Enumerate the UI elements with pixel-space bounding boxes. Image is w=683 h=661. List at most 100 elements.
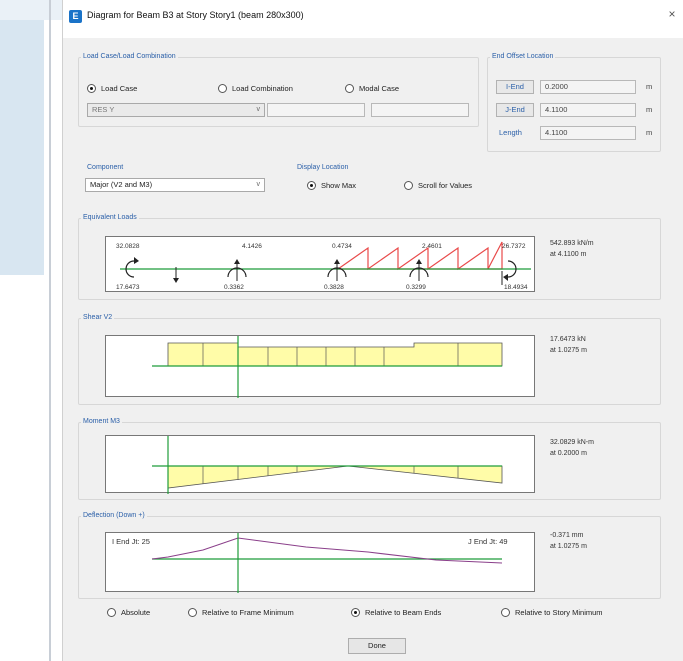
equivalent-loads-readout: 542.893 kN/m at 4.1100 m <box>550 238 594 260</box>
readout-location: at 1.0275 m <box>550 543 587 550</box>
background-divider <box>49 0 51 661</box>
shear-plot <box>105 335 535 398</box>
load-case-dropdown[interactable]: RES Y v <box>87 103 265 117</box>
j-end-unit: m <box>646 105 653 114</box>
done-button[interactable]: Done <box>348 638 406 654</box>
load-case-extra-field-2 <box>371 103 469 117</box>
load-top-label-4: 2.4601 <box>422 243 442 250</box>
app-icon: E <box>69 10 82 23</box>
radio-dot <box>307 181 316 190</box>
load-top-label-2: 4.1426 <box>242 243 262 250</box>
component-dropdown[interactable]: Major (V2 and M3) v <box>85 178 265 192</box>
length-unit: m <box>646 128 653 137</box>
distributed-load-sawtooth <box>336 241 503 271</box>
radio-label: Scroll for Values <box>418 181 473 190</box>
chevron-down-icon: v <box>256 181 261 188</box>
moment-fill-right <box>347 465 503 484</box>
load-bottom-label-2: 0.3362 <box>224 284 244 291</box>
i-end-button[interactable]: I-End <box>496 80 534 94</box>
load-bottom-label-3: 0.3828 <box>324 284 344 291</box>
point-load-arrowhead-mid3 <box>416 259 422 264</box>
length-label: Length <box>499 128 522 137</box>
radio-dot <box>107 608 116 617</box>
radio-modal-case[interactable]: Modal Case <box>345 84 399 93</box>
moment-arrowhead-left <box>134 257 139 264</box>
radio-dot <box>218 84 227 93</box>
load-top-label-1: 32.0828 <box>116 243 140 250</box>
readout-location: at 4.1100 m <box>550 251 587 258</box>
radio-show-max[interactable]: Show Max <box>307 181 356 190</box>
load-top-label-5: 26.7372 <box>502 243 526 250</box>
radio-dot <box>404 181 413 190</box>
point-load-arrowhead-left <box>173 278 179 283</box>
radio-relative-to-story-minimum[interactable]: Relative to Story Minimum <box>501 608 603 617</box>
deflection-readout: -0.371 mm at 1.0275 m <box>550 530 587 552</box>
load-case-value: RES Y <box>92 105 115 114</box>
radio-label: Relative to Frame Minimum <box>202 608 294 617</box>
readout-value: -0.371 mm <box>550 532 584 539</box>
chevron-down-icon: v <box>256 106 261 113</box>
shear-title: Shear V2 <box>81 314 115 321</box>
j-end-joint-label: J End Jt: 49 <box>468 537 508 546</box>
load-case-group: Load Case/Load Combination Load Case Loa… <box>78 53 479 127</box>
equivalent-loads-title: Equivalent Loads <box>81 214 139 221</box>
shear-fill <box>167 342 503 367</box>
radio-relative-to-beam-ends[interactable]: Relative to Beam Ends <box>351 608 441 617</box>
radio-dot <box>351 608 360 617</box>
radio-relative-to-frame-minimum[interactable]: Relative to Frame Minimum <box>188 608 294 617</box>
load-top-label-3: 0.4734 <box>332 243 352 250</box>
radio-label: Relative to Beam Ends <box>365 608 442 617</box>
readout-location: at 1.0275 m <box>550 347 587 354</box>
i-end-joint-label: I End Jt: 25 <box>112 537 150 546</box>
shear-svg <box>152 336 503 398</box>
equivalent-loads-svg: 32.0828 4.1426 0.4734 2.4601 26.7372 17.… <box>116 241 531 291</box>
shear-readout: 17.6473 kN at 1.0275 m <box>550 334 587 356</box>
radio-absolute[interactable]: Absolute <box>107 608 150 617</box>
window-title: Diagram for Beam B3 at Story Story1 (bea… <box>87 10 304 20</box>
readout-value: 17.6473 kN <box>550 336 586 343</box>
moment-arrowhead-right <box>503 274 508 281</box>
radio-label: Load Case <box>101 84 138 93</box>
end-offset-group: End Offset Location I-End 0.2000 m J-End… <box>487 53 661 152</box>
radio-label: Show Max <box>321 181 357 190</box>
radio-label: Modal Case <box>359 84 400 93</box>
moment-plot <box>105 435 535 494</box>
point-load-arrowhead-mid2 <box>334 259 340 264</box>
length-field: 4.1100 <box>540 126 636 140</box>
radio-label: Load Combination <box>232 84 293 93</box>
radio-dot <box>87 84 96 93</box>
radio-scroll-for-values[interactable]: Scroll for Values <box>404 181 472 190</box>
title-bar: E Diagram for Beam B3 at Story Story1 (b… <box>63 0 683 38</box>
end-offset-group-title: End Offset Location <box>490 53 556 60</box>
moment-readout: 32.0829 kN-m at 0.2000 m <box>550 437 594 459</box>
moment-title: Moment M3 <box>81 418 122 425</box>
j-end-field[interactable]: 4.1100 <box>540 103 636 117</box>
radio-load-combination[interactable]: Load Combination <box>218 84 293 93</box>
load-case-group-title: Load Case/Load Combination <box>81 53 178 60</box>
equivalent-loads-plot: 32.0828 4.1426 0.4734 2.4601 26.7372 17.… <box>105 236 535 292</box>
radio-label: Absolute <box>121 608 151 617</box>
load-bottom-label-4: 0.3299 <box>406 284 426 291</box>
component-value: Major (V2 and M3) <box>90 180 153 189</box>
beam-diagram-dialog: E Diagram for Beam B3 at Story Story1 (b… <box>62 0 683 661</box>
radio-label: Relative to Story Minimum <box>515 608 603 617</box>
readout-value: 542.893 kN/m <box>550 240 594 247</box>
load-case-extra-field-1 <box>267 103 365 117</box>
background-band-left <box>0 20 44 275</box>
moment-svg <box>152 436 503 494</box>
radio-dot <box>188 608 197 617</box>
moment-fill-left <box>167 465 349 489</box>
load-bottom-label-1: 17.6473 <box>116 284 140 291</box>
readout-value: 32.0829 kN-m <box>550 439 594 446</box>
display-location-title: Display Location <box>295 164 351 171</box>
point-load-arrowhead-mid1 <box>234 259 240 264</box>
radio-dot <box>345 84 354 93</box>
radio-dot <box>501 608 510 617</box>
load-bottom-label-5: 18.4934 <box>504 284 528 291</box>
radio-load-case[interactable]: Load Case <box>87 84 137 93</box>
close-button[interactable]: × <box>664 6 680 22</box>
i-end-field[interactable]: 0.2000 <box>540 80 636 94</box>
deflection-plot: I End Jt: 25 J End Jt: 49 <box>105 532 535 593</box>
j-end-button[interactable]: J-End <box>496 103 534 117</box>
component-title: Component <box>85 164 126 171</box>
